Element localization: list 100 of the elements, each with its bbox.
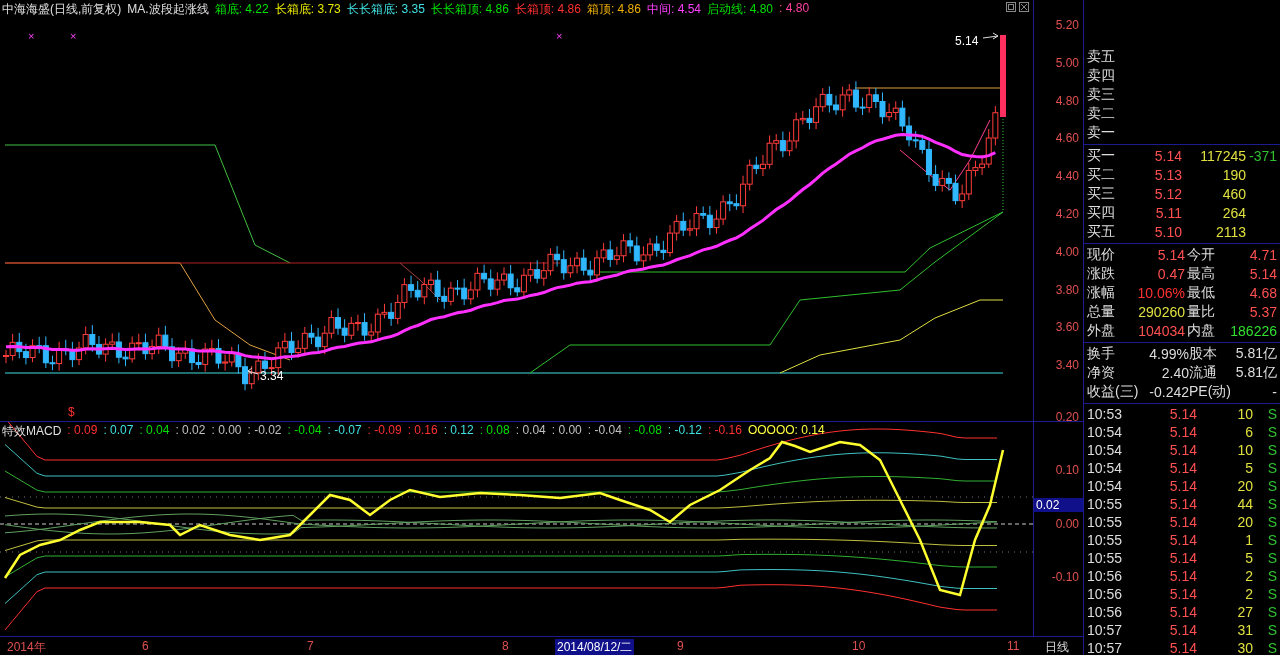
date-label: 10 bbox=[851, 639, 867, 653]
macd-value: : 0.00 bbox=[211, 422, 242, 439]
price-axis-label: 3.80 bbox=[1055, 282, 1079, 297]
indicator-value: 长长箱底: 3.35 bbox=[346, 1, 425, 18]
tick-side: S bbox=[1266, 550, 1277, 566]
tick-time: 10:57 bbox=[1087, 622, 1124, 638]
tick-price: 5.14 bbox=[1168, 568, 1197, 584]
tick-time: 10:54 bbox=[1087, 460, 1124, 476]
tick-time: 10:55 bbox=[1087, 514, 1124, 530]
bid-volume: 2113 bbox=[1214, 223, 1246, 240]
ask-level-label: 卖三 bbox=[1087, 85, 1116, 104]
tick-price: 5.14 bbox=[1168, 442, 1197, 458]
tick-price: 5.14 bbox=[1168, 478, 1197, 494]
macd-axis-label: 0.10 bbox=[1055, 463, 1079, 478]
quote-label: 今开 bbox=[1186, 245, 1216, 264]
macd-value: : -0.02 bbox=[247, 422, 282, 439]
macd-value: : -0.16 bbox=[707, 422, 742, 439]
macd-axis-label: 0.00 bbox=[1055, 516, 1079, 531]
quote-label: 涨跌 bbox=[1087, 264, 1116, 283]
ask-level-label: 卖一 bbox=[1087, 123, 1116, 142]
indicator-value: 长长箱顶: 4.86 bbox=[430, 1, 509, 18]
quote-label: 内盘 bbox=[1186, 321, 1216, 340]
date-label: 2014/08/12/二 bbox=[555, 639, 635, 655]
tick-volume: 2 bbox=[1244, 586, 1253, 602]
tick-volume: 10 bbox=[1236, 406, 1253, 422]
quote-value: 4.71 bbox=[1248, 246, 1277, 263]
tick-volume: 20 bbox=[1236, 514, 1253, 530]
indicator-name: MA.波段起涨线 bbox=[127, 1, 209, 18]
macd-axis-label: -0.10 bbox=[1051, 570, 1079, 585]
tick-price: 5.14 bbox=[1168, 460, 1197, 476]
price-axis-label: 3.60 bbox=[1055, 320, 1079, 335]
quote-value: 290260 bbox=[1137, 303, 1185, 320]
finance-label: 净资 bbox=[1087, 363, 1116, 382]
tick-price: 5.14 bbox=[1168, 496, 1197, 512]
tick-volume: 20 bbox=[1236, 478, 1253, 494]
quote-label: 现价 bbox=[1087, 245, 1116, 264]
bid-level-label: 买一 bbox=[1087, 146, 1116, 165]
quote-value: 10.06% bbox=[1136, 284, 1185, 301]
quote-value: 5.37 bbox=[1248, 303, 1277, 320]
quote-value: 104034 bbox=[1137, 322, 1185, 339]
date-label: 9 bbox=[676, 639, 685, 653]
tick-side: S bbox=[1266, 442, 1277, 458]
finance-label: 换手 bbox=[1087, 344, 1116, 363]
price-axis-label: 4.40 bbox=[1055, 169, 1079, 184]
tick-side: S bbox=[1266, 460, 1277, 476]
indicator-value: 启动线: 4.80 bbox=[707, 1, 774, 18]
macd-axis-label: 0.20 bbox=[1055, 409, 1079, 424]
tick-volume: 5 bbox=[1244, 550, 1253, 566]
macd-value: : 0.16 bbox=[407, 422, 438, 439]
finance-value: -0.242 bbox=[1148, 383, 1189, 400]
price-axis-label: 5.00 bbox=[1055, 55, 1079, 70]
bid-volume: 264 bbox=[1221, 204, 1246, 221]
finance-label: 股本 bbox=[1189, 344, 1218, 363]
macd-value: : -0.04 bbox=[287, 422, 322, 439]
macd-value: : 0.07 bbox=[103, 422, 134, 439]
bid-price: 5.13 bbox=[1153, 166, 1182, 183]
finance-value: 2.40 bbox=[1160, 364, 1189, 381]
bid-price: 5.10 bbox=[1153, 223, 1182, 240]
tick-side: S bbox=[1266, 586, 1277, 602]
price-axis-label: 4.00 bbox=[1055, 244, 1079, 259]
macd-value: : 0.02 bbox=[175, 422, 206, 439]
finance-value: - bbox=[1271, 383, 1277, 400]
current-value-label: 0.02 bbox=[1034, 497, 1083, 512]
period-label: 日线 bbox=[1045, 639, 1069, 655]
tick-volume: 10 bbox=[1236, 442, 1253, 458]
bid-volume: 460 bbox=[1221, 185, 1246, 202]
indicator-value: 长箱底: 3.73 bbox=[274, 1, 341, 18]
indicator-value: 箱底: 4.22 bbox=[214, 1, 269, 18]
tick-side: S bbox=[1266, 640, 1277, 655]
macd-value: : 0.12 bbox=[443, 422, 474, 439]
tick-side: S bbox=[1266, 514, 1277, 530]
tick-volume: 27 bbox=[1236, 604, 1253, 620]
date-label: 8 bbox=[501, 639, 510, 653]
arrow-icon bbox=[982, 32, 999, 40]
macd-value: : 0.04 bbox=[515, 422, 546, 439]
quote-value: 4.68 bbox=[1248, 284, 1277, 301]
quote-value: 5.14 bbox=[1156, 246, 1185, 263]
tick-price: 5.14 bbox=[1168, 550, 1197, 566]
finance-value: 4.99% bbox=[1148, 345, 1189, 362]
finance-value: 5.81亿 bbox=[1234, 363, 1277, 382]
tick-side: S bbox=[1266, 622, 1277, 638]
quote-value: 0.47 bbox=[1156, 265, 1185, 282]
finance-label: 收益(三) bbox=[1087, 382, 1139, 401]
macd-value: : -0.12 bbox=[667, 422, 702, 439]
restore-icon[interactable] bbox=[1006, 2, 1016, 12]
bid-price: 5.11 bbox=[1154, 204, 1182, 221]
macd-value: : -0.08 bbox=[627, 422, 662, 439]
close-icon[interactable] bbox=[1019, 2, 1029, 12]
tick-time: 10:54 bbox=[1087, 478, 1124, 494]
high-price-label: 5.14 bbox=[955, 34, 979, 48]
tick-volume: 44 bbox=[1236, 496, 1253, 512]
quote-label: 外盘 bbox=[1087, 321, 1116, 340]
tick-price: 5.14 bbox=[1168, 604, 1197, 620]
tick-side: S bbox=[1266, 424, 1277, 440]
stock-title: 中海海盛(日线,前复权) bbox=[2, 1, 122, 18]
low-price-label: 3.34 bbox=[260, 369, 284, 383]
price-axis-label: 4.80 bbox=[1055, 93, 1079, 108]
macd-value: : 0.04 bbox=[139, 422, 170, 439]
date-label: 6 bbox=[141, 639, 150, 653]
ask-level-label: 卖二 bbox=[1087, 104, 1116, 123]
